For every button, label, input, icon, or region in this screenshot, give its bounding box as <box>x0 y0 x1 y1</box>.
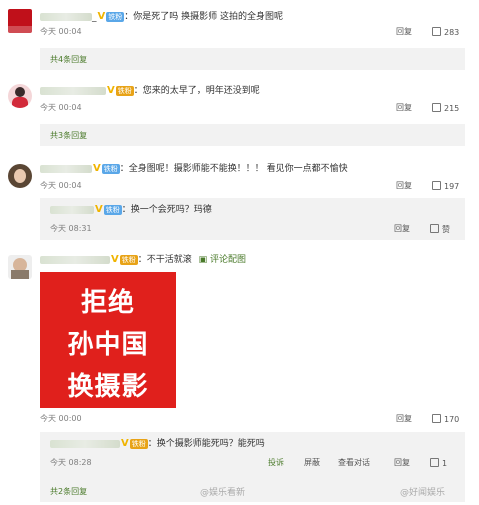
comment-text: ：你是死了吗 换摄影师 这拍的全身图呢 <box>124 12 283 22</box>
reply-button[interactable]: 回复 <box>396 103 412 113</box>
username[interactable] <box>50 206 94 214</box>
username[interactable] <box>40 13 92 21</box>
poster-line: 孙中国 <box>67 330 149 360</box>
comment-text: ：不干活就滚 <box>137 255 192 265</box>
timestamp: 今天 00:04 <box>40 181 82 190</box>
block-button[interactable]: 屏蔽 <box>304 458 320 468</box>
report-button[interactable]: 投诉 <box>268 458 284 468</box>
avatar[interactable] <box>8 84 32 108</box>
more-replies-link[interactable]: 共3条回复 <box>50 130 87 141</box>
username[interactable] <box>50 440 120 448</box>
timestamp: 今天 08:31 <box>50 224 92 233</box>
reply-text: ：换一个会死吗？玛德 <box>121 205 212 215</box>
like-icon <box>430 224 439 233</box>
like-label: 赞 <box>442 225 450 234</box>
like-icon <box>432 27 441 36</box>
like-icon <box>430 458 439 467</box>
comment-text: ：全身图呢！摄影师能不能换！！！ 看见你一点都不愉快 <box>119 164 348 174</box>
avatar[interactable] <box>8 255 32 279</box>
more-replies-box <box>40 124 465 146</box>
timestamp: 今天 00:00 <box>40 414 82 423</box>
comment-image-label: 评论配图 <box>210 255 247 265</box>
like-count: 283 <box>444 28 460 37</box>
like-icon <box>432 181 441 190</box>
comment-feed: _V 铁粉 ：你是死了吗 换摄影师 这拍的全身图呢 今天 00:04 回复 283 … <box>0 0 479 505</box>
reply-button[interactable]: 回复 <box>394 224 410 234</box>
like-button[interactable]: 170 <box>432 414 459 425</box>
like-count: 1 <box>442 459 448 468</box>
verified-icon: V <box>111 254 119 265</box>
verified-icon: V <box>97 11 106 22</box>
username[interactable] <box>40 256 110 264</box>
like-button[interactable]: 197 <box>432 181 459 192</box>
like-icon <box>432 414 441 423</box>
fan-badge: 铁粉 <box>119 255 138 265</box>
avatar[interactable] <box>8 9 32 33</box>
like-count: 170 <box>444 415 460 424</box>
comment-line: V 铁粉 ：不干活就滚 ▣ 评论配图 <box>40 254 246 267</box>
view-conversation-button[interactable]: 查看对话 <box>338 458 370 468</box>
more-replies-link[interactable]: 共2条回复 <box>50 486 87 497</box>
more-replies-box <box>40 48 465 70</box>
verified-icon: V <box>121 438 129 449</box>
like-button[interactable]: 赞 <box>430 224 450 235</box>
avatar[interactable] <box>8 164 32 188</box>
poster-line: 换摄影 <box>67 372 149 402</box>
watermark: @娱乐看新 <box>200 488 246 498</box>
username[interactable] <box>40 87 106 95</box>
verified-icon: V <box>93 163 101 174</box>
comment-line: V 铁粉 ：全身图呢！摄影师能不能换！！！ 看见你一点都不愉快 <box>40 163 348 176</box>
comment-text: ：您来的太早了，明年还没到呢 <box>133 86 260 96</box>
more-replies-link[interactable]: 共4条回复 <box>50 54 87 65</box>
verified-icon: V <box>107 85 115 96</box>
image-icon: ▣ <box>198 255 211 265</box>
like-button[interactable]: 215 <box>432 103 459 114</box>
fan-badge: 铁粉 <box>103 205 122 215</box>
reply-button[interactable]: 回复 <box>396 181 412 191</box>
reply-button[interactable]: 回复 <box>396 414 412 424</box>
like-button[interactable]: 283 <box>432 27 459 38</box>
timestamp: 今天 00:04 <box>40 103 82 112</box>
like-count: 197 <box>444 182 460 191</box>
reply-button[interactable]: 回复 <box>396 27 412 37</box>
reply-line: V 铁粉 ：换个摄影师能死吗？能死吗 <box>50 438 265 451</box>
username[interactable] <box>40 165 92 173</box>
fan-badge: 铁粉 <box>115 86 134 96</box>
fan-badge: 铁粉 <box>106 12 125 22</box>
reply-button[interactable]: 回复 <box>394 458 410 468</box>
like-icon <box>432 103 441 112</box>
reply-line: V 铁粉 ：换一个会死吗？玛德 <box>50 204 212 217</box>
reply-text: ：换个摄影师能死吗？能死吗 <box>147 439 265 449</box>
watermark: @好闻娱乐 <box>400 488 446 498</box>
comment-image-link[interactable]: ▣ 评论配图 <box>199 255 246 265</box>
poster-line: 拒绝 <box>80 288 135 318</box>
timestamp: 今天 00:04 <box>40 27 82 36</box>
comment-line: _V 铁粉 ：你是死了吗 换摄影师 这拍的全身图呢 <box>40 11 283 24</box>
comment-image[interactable]: 拒绝 孙中国 换摄影 <box>40 272 176 408</box>
fan-badge: 铁粉 <box>129 439 148 449</box>
like-count: 215 <box>444 104 460 113</box>
comment-line: V 铁粉 ：您来的太早了，明年还没到呢 <box>40 85 260 98</box>
verified-icon: V <box>95 204 103 215</box>
like-button[interactable]: 1 <box>430 458 447 469</box>
fan-badge: 铁粉 <box>101 164 120 174</box>
timestamp: 今天 08:28 <box>50 458 92 467</box>
